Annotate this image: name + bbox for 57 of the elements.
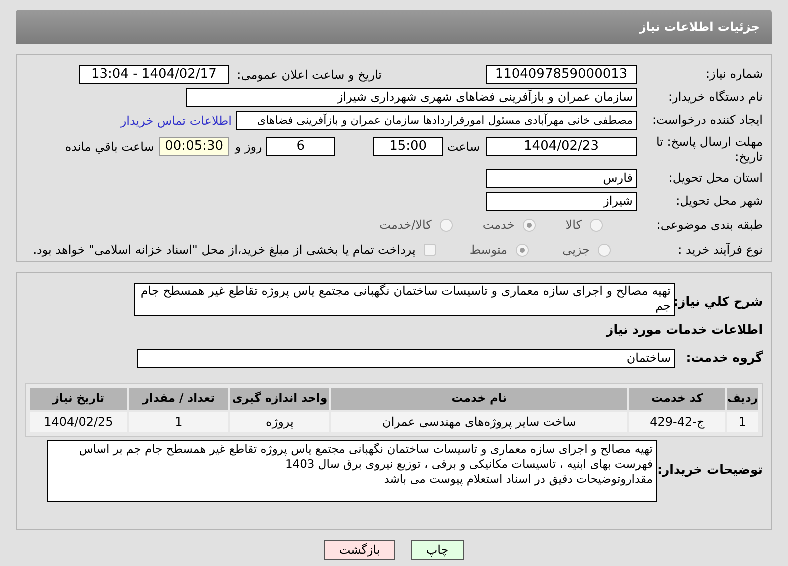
field-label: شرح کلي نياز: [675,293,763,311]
option-label: کالا [566,217,582,234]
table-cell: ساخت سایر پروژه‌های مهندسی عمران [331,412,628,432]
option-label: خدمت [482,217,515,234]
field-label: تاریخ و ساعت اعلان عمومی: [237,66,382,84]
option-label: متوسط [470,242,508,260]
option-label: جزیی [562,242,590,260]
text-field[interactable]: 1104097859000013 [486,65,637,84]
field-label: مهلت ارسال پاسخ: تا تاریخ: [655,134,763,165]
radio-button[interactable] [598,244,611,257]
print-button[interactable]: چاپ [411,540,464,560]
payment-note: پرداخت تمام یا بخشی از مبلغ خرید،از محل "اسناد خزانه اسلامی" خواهد بود. [33,242,416,260]
column-header: تعداد / مقدار [129,388,228,410]
table-cell: 1 [727,412,758,432]
text-field[interactable]: مصطفی خانی مهرآبادی مسئول امورقراردادها سازمان عمران و بازآفرینی فضاهای [236,111,637,130]
column-header: تاریخ نیاز [30,388,128,410]
column-header: ردیف [727,388,758,410]
field-label: ساعت باقي مانده [65,138,154,156]
option-label: کالا/خدمت [380,217,432,234]
field-label: روز و [235,138,262,156]
field-label: شماره نیاز: [705,67,763,82]
radio-button[interactable] [516,244,529,257]
text-field[interactable]: 1404/02/23 [486,136,637,156]
text-field[interactable]: 15:00 [373,136,444,156]
table-cell: 1404/02/25 [30,412,128,432]
text-field[interactable]: 1404/02/17 - 13:04 [79,65,230,84]
field-label: شهر محل تحویل: [675,194,763,209]
text-field[interactable]: ساختمان [137,348,675,368]
text-field[interactable]: شیراز [486,192,637,211]
field-label: گروه خدمت: [685,348,763,367]
field-label: توضیحات خریدار: [657,461,763,480]
page-title: جزئیات اطلاعات نیاز [639,19,760,36]
notes-box[interactable]: تهیه مصالح و اجرای سازه معماری و تاسیسات ساختمان نگهبانی مجتمع یاس پروژه تقاطع غیر همسطح جام جم بر اساس فهرست بهای ابنیه ، تاسیسات مکانیکی و برقی ، توزیع نیروی برق سال 1403 مقداروتوضیحات دقیق در اسناد استعلام پیوست می باشد [47,440,657,502]
text-field[interactable]: سازمان عمران و بازآفرینی فضاهای شهری شهرداری شیراز [186,88,637,108]
section-title: اطلاعات خدمات مورد نیاز [606,321,763,339]
text-field[interactable]: فارس [486,168,637,188]
back-button[interactable]: بازگشت [324,540,396,560]
checkbox[interactable] [424,244,436,256]
field-label: طبقه بندی موضوعی: [656,218,763,233]
field-label: ایجاد کننده درخواست: [651,113,763,128]
table-cell: ج-42-429 [629,412,726,432]
column-header: کد خدمت [629,388,726,410]
column-header: واحد اندازه گیری [230,388,330,410]
contact-link[interactable]: اطلاعات تماس خریدار [120,112,232,130]
column-header: نام خدمت [331,388,628,410]
table-cell: پروژه [230,412,330,432]
radio-button[interactable] [440,218,453,232]
field-label: نام دستگاه خریدار: [668,90,763,106]
radio-button[interactable] [522,218,536,232]
field-label: نوع فرآیند خرید : [677,242,763,258]
field-label: ساعت [447,138,480,156]
table-cell: 1 [129,412,228,432]
description-box[interactable]: تهیه مصالح و اجرای سازه معماری و تاسیسات ساختمان نگهبانی مجتمع یاس پروژه تقاطع غیر همسطح جام جم [134,283,675,316]
text-field[interactable]: 00:05:30 [159,136,230,156]
field-label: استان محل تحویل: [668,170,763,186]
radio-button[interactable] [590,218,603,232]
text-field[interactable]: 6 [266,136,336,156]
